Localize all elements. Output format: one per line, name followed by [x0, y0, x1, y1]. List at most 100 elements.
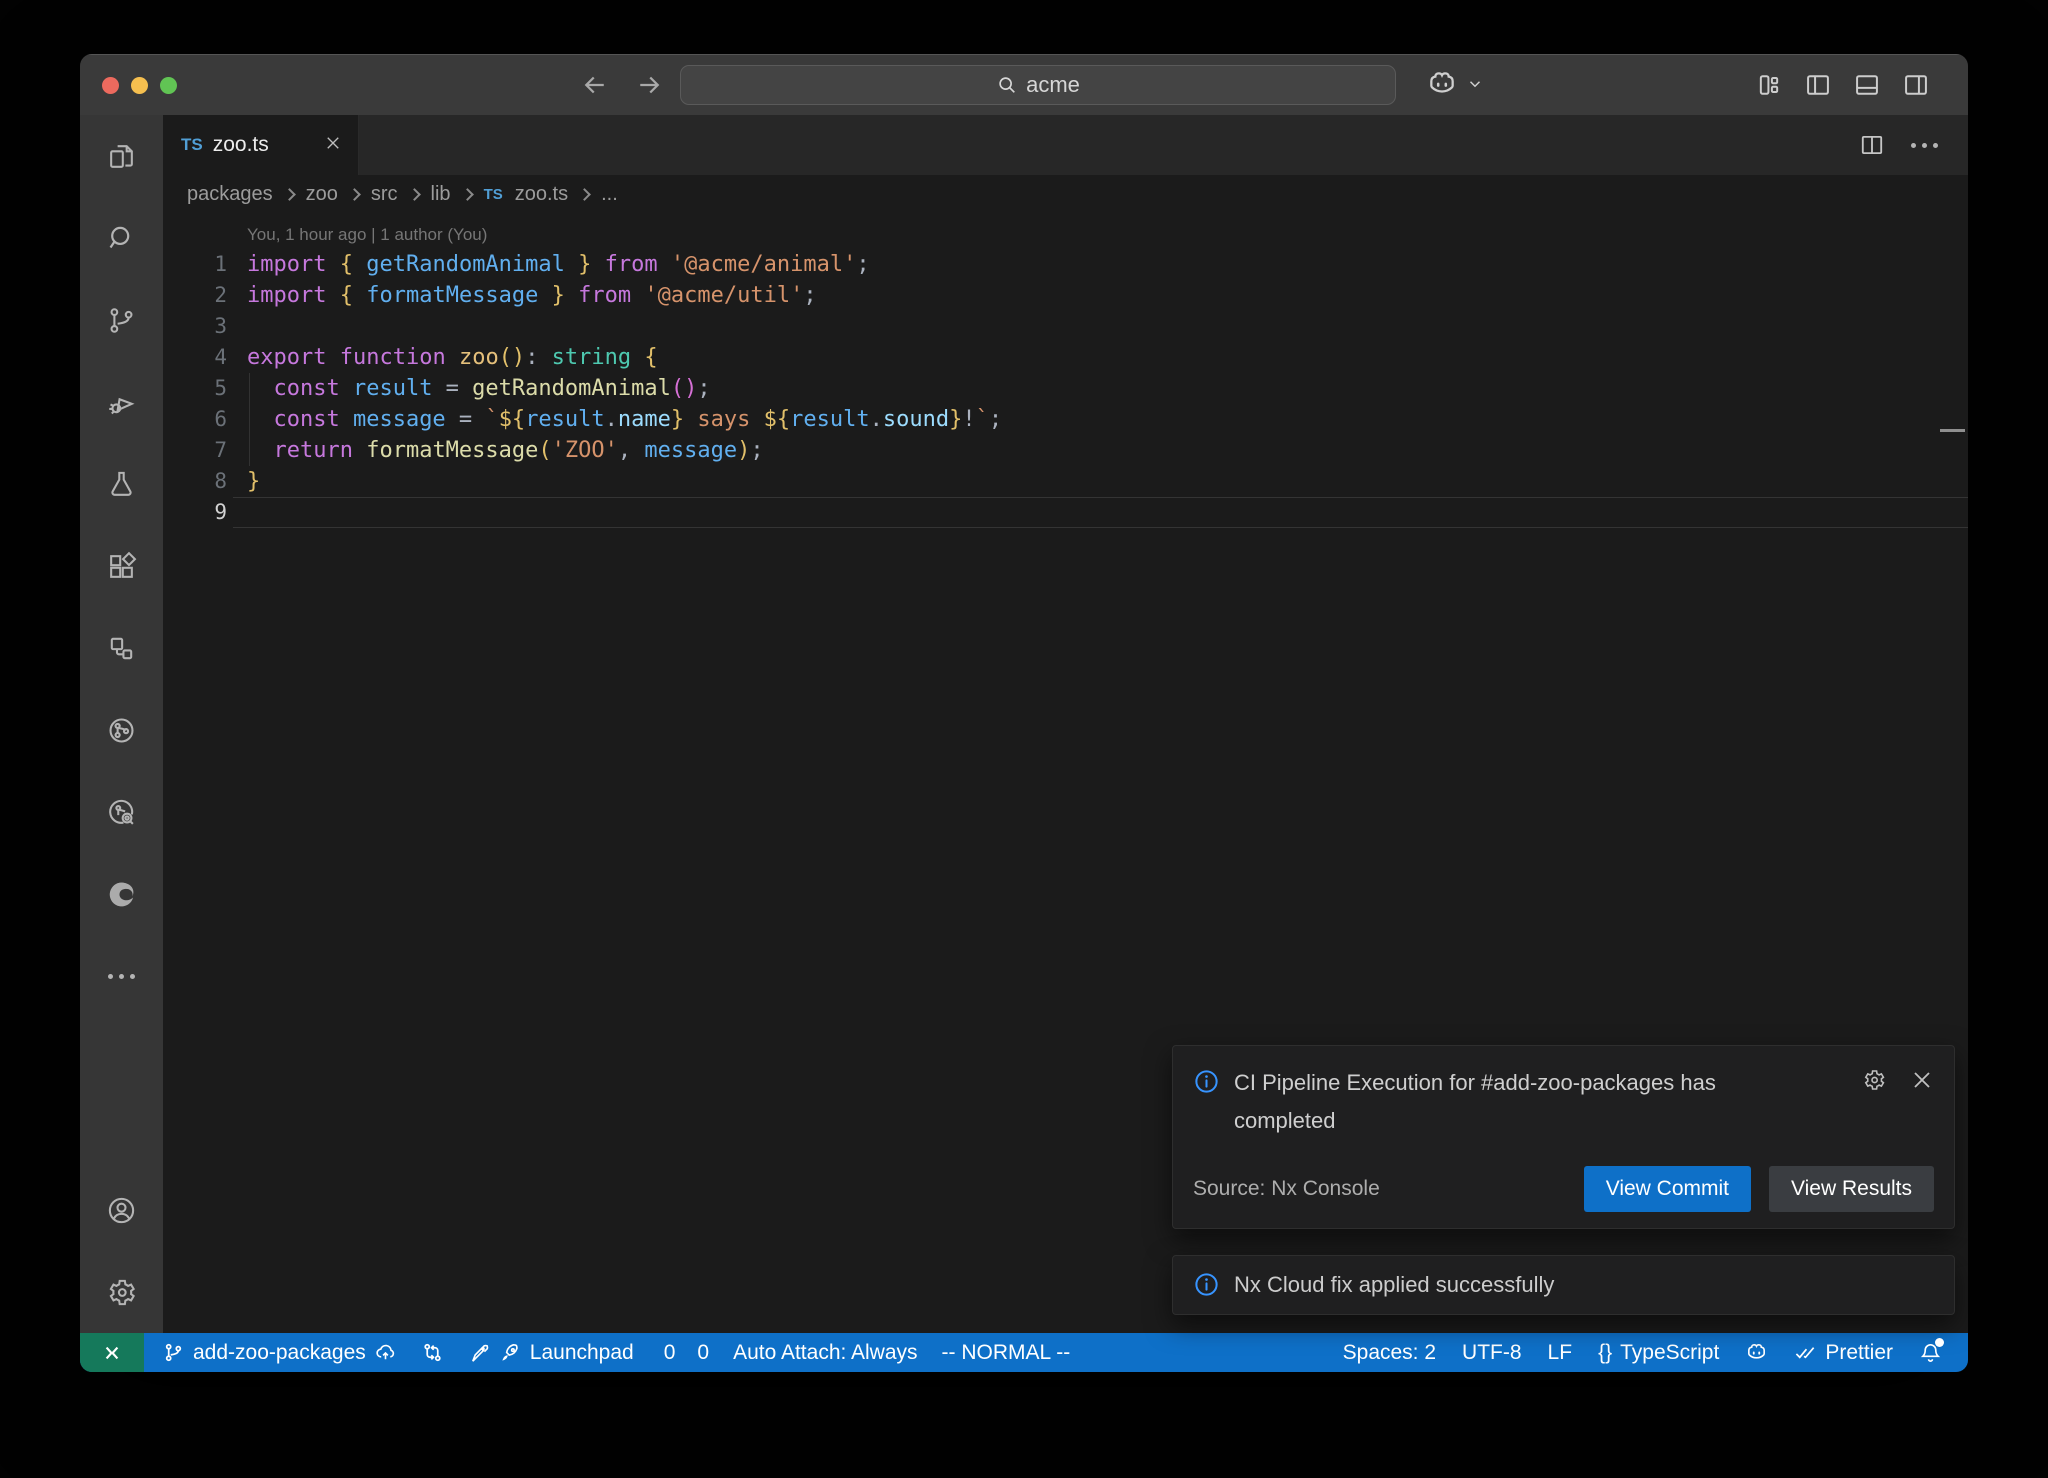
warnings-count: 0: [697, 1341, 709, 1365]
code-text: import { formatMessage } from '@acme/uti…: [247, 280, 817, 311]
explorer-icon[interactable]: [80, 115, 163, 197]
breadcrumb-separator-icon: [408, 188, 421, 201]
indentation-status[interactable]: Spaces: 2: [1343, 1341, 1436, 1365]
split-editor-icon[interactable]: [1859, 132, 1885, 158]
git-blame-annotation: You, 1 hour ago | 1 author (You): [247, 221, 1968, 249]
compare-branches-icon: [421, 1341, 444, 1364]
copilot-icon: [1745, 1341, 1768, 1364]
breadcrumb-file[interactable]: TS zoo.ts: [484, 183, 569, 206]
close-tab-icon[interactable]: [324, 134, 342, 157]
notification-badge-dot: [1935, 1338, 1944, 1347]
zoom-window-button[interactable]: [160, 77, 177, 94]
toggle-primary-sidebar-icon[interactable]: [1804, 71, 1832, 99]
auto-attach-status[interactable]: Auto Attach: Always: [733, 1341, 917, 1365]
tab-label: zoo.ts: [213, 133, 269, 157]
code-line[interactable]: 1import { getRandomAnimal } from '@acme/…: [163, 249, 1968, 280]
window-controls: [102, 77, 177, 94]
references-view-icon[interactable]: [80, 607, 163, 689]
view-commit-button[interactable]: View Commit: [1584, 1166, 1751, 1212]
launchpad-rocket-icon: [468, 1341, 491, 1364]
eol-status[interactable]: LF: [1548, 1341, 1573, 1365]
search-view-icon[interactable]: [80, 197, 163, 279]
language-mode-status[interactable]: {} TypeScript: [1598, 1341, 1719, 1365]
notification-nx-cloud: Nx Cloud fix applied successfully: [1172, 1255, 1955, 1315]
code-text: const message = `${result.name} says ${r…: [247, 404, 1002, 435]
remote-indicator[interactable]: [80, 1333, 144, 1372]
more-actions-icon[interactable]: [1911, 143, 1938, 148]
git-branch-status[interactable]: add-zoo-packages: [162, 1341, 397, 1365]
code-text: }: [247, 466, 260, 497]
breadcrumb-item[interactable]: packages: [187, 183, 273, 206]
remote-icon: [99, 1340, 125, 1366]
nx-console-icon[interactable]: [80, 689, 163, 771]
minimize-window-button[interactable]: [131, 77, 148, 94]
search-icon: [996, 74, 1018, 96]
braces-icon: {}: [1598, 1341, 1612, 1365]
git-branch-icon: [162, 1341, 185, 1364]
notification-source: Source: Nx Console: [1193, 1177, 1380, 1201]
extensions-icon[interactable]: [80, 525, 163, 607]
gitlens-compare-status[interactable]: [421, 1341, 444, 1364]
line-number: 8: [163, 466, 227, 497]
breadcrumb-separator-icon: [283, 188, 296, 201]
notification-message: CI Pipeline Execution for #add-zoo-packa…: [1234, 1064, 1780, 1140]
encoding-status[interactable]: UTF-8: [1462, 1341, 1522, 1365]
breadcrumb-item[interactable]: src: [371, 183, 398, 206]
breadcrumb-item[interactable]: lib: [431, 183, 451, 206]
code-line[interactable]: 8}: [163, 466, 1968, 497]
breadcrumb-item[interactable]: zoo: [306, 183, 338, 206]
activity-bar: [80, 115, 163, 1333]
code-line[interactable]: 2import { formatMessage } from '@acme/ut…: [163, 280, 1968, 311]
info-icon: [1193, 1068, 1220, 1100]
customize-layout-icon[interactable]: [1755, 71, 1783, 99]
line-number: 5: [163, 373, 227, 404]
code-line[interactable]: 4export function zoo(): string {: [163, 342, 1968, 373]
notification-close-icon[interactable]: [1910, 1068, 1934, 1092]
view-results-button[interactable]: View Results: [1769, 1166, 1934, 1212]
notification-settings-gear-icon[interactable]: [1862, 1068, 1886, 1092]
breadcrumb-overflow[interactable]: ...: [601, 183, 618, 206]
run-debug-icon[interactable]: [80, 361, 163, 443]
indent-guide: [249, 373, 250, 466]
notifications-bell[interactable]: [1919, 1341, 1942, 1364]
settings-gear-icon[interactable]: [80, 1251, 163, 1333]
nx-cloud-inspect-icon[interactable]: [80, 771, 163, 853]
copilot-menu[interactable]: [1426, 68, 1484, 100]
code-text: return formatMessage('ZOO', message);: [247, 435, 764, 466]
notification-pipeline: CI Pipeline Execution for #add-zoo-packa…: [1172, 1045, 1955, 1229]
line-number: 3: [163, 311, 227, 342]
accounts-icon[interactable]: [80, 1169, 163, 1251]
line-number: 7: [163, 435, 227, 466]
navigate-back-icon[interactable]: [580, 70, 610, 100]
toggle-secondary-sidebar-icon[interactable]: [1902, 71, 1930, 99]
toggle-panel-icon[interactable]: [1853, 71, 1881, 99]
copilot-icon: [1426, 68, 1458, 100]
problems-status[interactable]: 0 0: [658, 1341, 709, 1365]
code-line[interactable]: 3: [163, 311, 1968, 342]
source-control-icon[interactable]: [80, 279, 163, 361]
testing-icon[interactable]: [80, 443, 163, 525]
info-icon: [1193, 1271, 1220, 1304]
double-check-icon: [1794, 1341, 1817, 1364]
formatter-status[interactable]: Prettier: [1794, 1341, 1893, 1365]
title-bar: acme: [80, 54, 1968, 115]
code-line[interactable]: 6 const message = `${result.name} says $…: [163, 404, 1968, 435]
vim-mode-status[interactable]: -- NORMAL --: [942, 1341, 1071, 1365]
close-window-button[interactable]: [102, 77, 119, 94]
additional-views-icon[interactable]: [80, 935, 163, 1017]
notification-toasts: CI Pipeline Execution for #add-zoo-packa…: [1172, 1045, 1955, 1315]
code-line[interactable]: 9: [163, 497, 1968, 528]
breadcrumb: packages zoo src lib TS zoo.ts ...: [163, 175, 1968, 213]
command-center-search[interactable]: acme: [680, 65, 1396, 105]
chevron-down-icon: [1466, 75, 1484, 93]
line-number: 9: [163, 497, 227, 528]
code-line[interactable]: 5 const result = getRandomAnimal();: [163, 373, 1968, 404]
code-text: const result = getRandomAnimal();: [247, 373, 711, 404]
navigate-forward-icon[interactable]: [634, 70, 664, 100]
edge-browser-icon[interactable]: [80, 853, 163, 935]
copilot-status[interactable]: [1745, 1341, 1768, 1364]
code-line[interactable]: 7 return formatMessage('ZOO', message);: [163, 435, 1968, 466]
tab-zoo-ts[interactable]: TS zoo.ts: [163, 115, 359, 175]
line-number: 1: [163, 249, 227, 280]
launchpad-status[interactable]: Launchpad: [468, 1341, 634, 1365]
